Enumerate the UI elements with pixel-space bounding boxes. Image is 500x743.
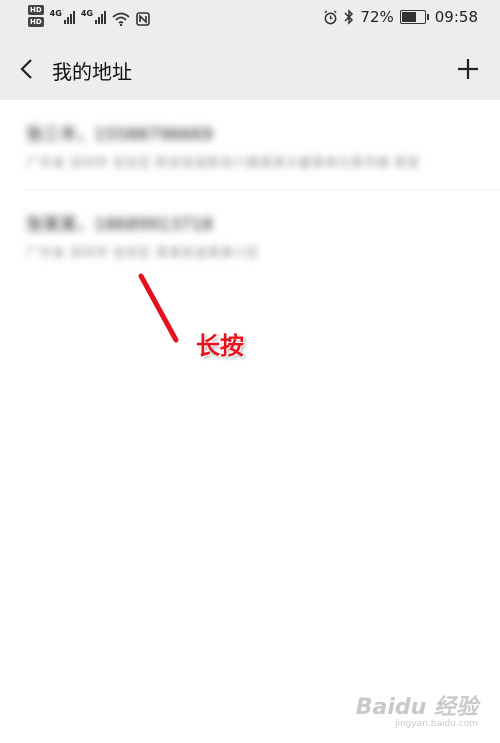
wifi-icon <box>112 12 130 26</box>
address-item[interactable]: 张某某，18689913718 广东省 深圳市 宝安区 某某街道某某小区 <box>0 190 500 280</box>
address-detail: 广东省 深圳市 宝安区 某某街道某某小区 <box>26 246 260 261</box>
nfc-icon <box>136 12 150 26</box>
annotation-label: 长按 <box>196 332 244 360</box>
address-name-phone: 张某某，18689913718 <box>26 215 213 235</box>
bluetooth-icon <box>344 9 354 25</box>
alarm-icon <box>324 9 338 24</box>
watermark-logo: Baidu 经验 <box>355 695 478 720</box>
status-left: HD HD 4G 4G <box>28 4 150 27</box>
page-title: 我的地址 <box>52 60 132 84</box>
signal-icon: 4G <box>50 10 75 24</box>
hd-badge: HD <box>28 5 44 15</box>
network-type-label: 4G <box>49 9 62 18</box>
signal-icon: 4G <box>81 10 106 24</box>
address-detail: 广东省 深圳市 宝安区 新安街道新安六路某某大厦某单元某号楼 某室 <box>26 156 420 171</box>
clock: 09:58 <box>434 8 478 26</box>
address-name-phone: 张三丰，15588796669 <box>26 125 213 145</box>
app-header: 我的地址 <box>0 38 500 100</box>
add-address-button[interactable] <box>456 57 480 81</box>
back-button[interactable] <box>16 57 38 81</box>
battery-percent: 72% <box>360 8 394 26</box>
network-type-label: 4G <box>80 9 93 18</box>
battery-icon <box>399 10 429 24</box>
status-bar: HD HD 4G 4G 72% 09:58 <box>0 0 500 38</box>
address-item[interactable]: 张三丰，15588796669 广东省 深圳市 宝安区 新安街道新安六路某某大厦… <box>0 100 500 190</box>
status-right: 72% 09:58 <box>323 8 478 26</box>
hd-badge: HD <box>28 17 44 27</box>
watermark: Baidu 经验 jingyan.baidu.com <box>356 689 478 729</box>
address-list: 张三丰，15588796669 广东省 深圳市 宝安区 新安街道新安六路某某大厦… <box>0 100 500 280</box>
hd-icon: HD HD <box>28 5 44 27</box>
